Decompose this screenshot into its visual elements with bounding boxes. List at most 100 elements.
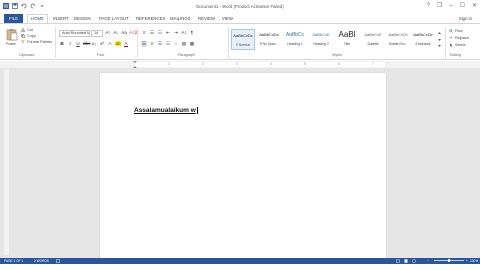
indent-marker-icon[interactable] — [133, 61, 137, 68]
zoom-slider[interactable] — [434, 259, 464, 262]
minimize-button[interactable]: – — [449, 2, 452, 10]
bold-icon[interactable]: B — [59, 41, 65, 47]
strikethrough-icon[interactable]: abc — [83, 41, 90, 47]
change-case-icon[interactable]: Aa — [121, 30, 127, 36]
align-left-icon[interactable]: ☰ — [141, 41, 147, 47]
group-separator — [445, 27, 446, 58]
style-heading-1[interactable]: AaBbCc Heading 1 — [283, 29, 307, 50]
replace-icon — [449, 36, 453, 39]
ruler-number: 3 — [236, 62, 238, 66]
font-color-icon[interactable]: A — [123, 41, 129, 47]
tab-file[interactable]: FILE — [4, 14, 23, 23]
format-painter-icon — [21, 40, 25, 44]
style-name: Heading 1 — [287, 42, 303, 46]
bullets-icon[interactable]: ≡ — [141, 30, 147, 36]
title-bar: W Document1 - Word (Product Activation F… — [0, 0, 480, 13]
font-size-combo[interactable]: 14 — [91, 30, 103, 37]
borders-icon[interactable]: ▦ — [189, 41, 195, 47]
superscript-icon[interactable]: x² — [99, 41, 105, 47]
align-right-icon[interactable]: ☰ — [157, 41, 163, 47]
tab-design[interactable]: DESIGN — [74, 15, 90, 22]
tab-page-layout[interactable]: PAGE LAYOUT — [99, 15, 129, 22]
find-button[interactable]: Find — [449, 29, 462, 33]
cut-button[interactable]: Cut — [21, 28, 33, 32]
copy-button[interactable]: Copy — [21, 34, 36, 38]
ribbon-tabs: FILE HOME INSERT DESIGN PAGE LAYOUT REFE… — [0, 14, 480, 23]
print-layout-icon[interactable] — [404, 259, 408, 263]
style-name: ¶ No Spac... — [259, 42, 279, 46]
horizontal-ruler[interactable]: 1 2 3 4 5 6 7 — [0, 61, 480, 68]
maximize-button[interactable]: ☐ — [460, 2, 465, 10]
document-text[interactable]: Assalamualaikum w — [134, 107, 198, 114]
select-button[interactable]: Select — [449, 43, 466, 47]
styles-gallery-scroll-icon[interactable] — [437, 30, 442, 49]
increase-indent-icon[interactable]: ⇥ — [173, 30, 179, 36]
font-size-tools: A↑ A↓ Aa A⌫ — [105, 30, 139, 36]
numbering-icon[interactable]: ☰ — [149, 30, 155, 36]
text-effects-icon[interactable]: A — [107, 41, 113, 47]
multilevel-list-icon[interactable]: ☷ — [157, 30, 163, 36]
style-subtitle[interactable]: AaBbCcE Subtitle — [361, 29, 385, 50]
italic-icon[interactable]: I — [67, 41, 73, 47]
style-title[interactable]: AaBl Title — [335, 29, 359, 50]
replace-button[interactable]: Replace — [449, 36, 469, 40]
align-center-icon[interactable]: ≡ — [149, 41, 155, 47]
tab-insert[interactable]: INSERT — [53, 15, 69, 22]
ribbon: Paste Cut Copy Format Painter Clipboard … — [0, 23, 480, 60]
document-page[interactable]: Assalamualaikum w — [100, 73, 386, 263]
paste-button[interactable]: Paste — [6, 42, 16, 46]
vertical-ruler[interactable] — [4, 70, 9, 255]
grow-font-icon[interactable]: A↑ — [105, 30, 111, 36]
ruler-text-area — [135, 62, 385, 67]
select-icon — [450, 43, 453, 47]
styles-group-label: Styles — [332, 53, 342, 57]
style-name: Emphasis — [415, 42, 431, 46]
tab-view[interactable]: VIEW — [222, 15, 233, 22]
web-layout-icon[interactable] — [412, 259, 416, 263]
copy-label: Copy — [27, 34, 36, 38]
shrink-font-icon[interactable]: A↓ — [113, 30, 119, 36]
sign-in-link[interactable]: Sign in — [459, 15, 472, 22]
sort-icon[interactable]: A↕ — [181, 30, 187, 36]
style-sample: AaBbCcDc — [259, 32, 279, 37]
font-format-tools: B I U abc x₂ x² A ab A — [59, 41, 129, 47]
zoom-slider-thumb[interactable] — [448, 259, 450, 262]
highlight-icon[interactable]: ab — [115, 41, 121, 47]
shading-icon[interactable]: ▧ — [181, 41, 187, 47]
subscript-icon[interactable]: x₂ — [91, 41, 97, 47]
paragraph-align-tools: ☰ ≡ ☰ ☷ ↕ ▧ ▦ — [141, 41, 195, 47]
clear-formatting-icon[interactable]: A⌫ — [129, 30, 139, 36]
select-label: Select — [455, 43, 466, 47]
find-icon — [449, 29, 453, 33]
style-sample: AaBbCcDc — [233, 33, 253, 38]
read-mode-icon[interactable] — [396, 259, 400, 263]
tab-review[interactable]: REVIEW — [198, 15, 215, 22]
tab-references[interactable]: REFERENCES — [136, 15, 165, 22]
tab-home[interactable]: HOME — [27, 14, 48, 23]
show-marks-icon[interactable]: ¶ — [189, 30, 195, 36]
ruler-number: 1 — [168, 62, 170, 66]
style-no-spacing[interactable]: AaBbCcDc ¶ No Spac... — [257, 29, 281, 50]
underline-icon[interactable]: U — [75, 41, 81, 47]
proofing-icon[interactable] — [56, 259, 60, 263]
replace-label: Replace — [455, 36, 469, 40]
ruler-number: 7 — [372, 62, 374, 66]
paste-icon[interactable] — [6, 28, 18, 41]
style-subtle-emphasis[interactable]: AaBbCcDc Subtle Em... — [386, 29, 410, 50]
editing-group-label: Editing — [450, 53, 461, 57]
font-name-combo[interactable]: Arial Rounded M — [59, 30, 90, 37]
justify-icon[interactable]: ☷ — [165, 41, 171, 47]
style-normal[interactable]: AaBbCcDc ¶ Normal — [231, 29, 255, 50]
help-button[interactable]: ? — [427, 2, 430, 10]
ribbon-display-options-button[interactable]: ❒ — [437, 2, 442, 10]
style-emphasis[interactable]: AaBbCcDc Emphasis — [411, 29, 435, 50]
tab-mailings[interactable]: MAILINGS — [170, 15, 191, 22]
line-spacing-icon[interactable]: ↕ — [173, 41, 179, 47]
format-painter-button[interactable]: Format Painter — [21, 40, 52, 44]
ruler-number: 2 — [202, 62, 204, 66]
close-button[interactable]: ✕ — [472, 2, 477, 10]
font-group-label: Font — [97, 53, 105, 57]
decrease-indent-icon[interactable]: ⇤ — [165, 30, 171, 36]
style-heading-2[interactable]: AaBbCcE Heading 2 — [309, 29, 333, 50]
ruler-number: 5 — [304, 62, 306, 66]
